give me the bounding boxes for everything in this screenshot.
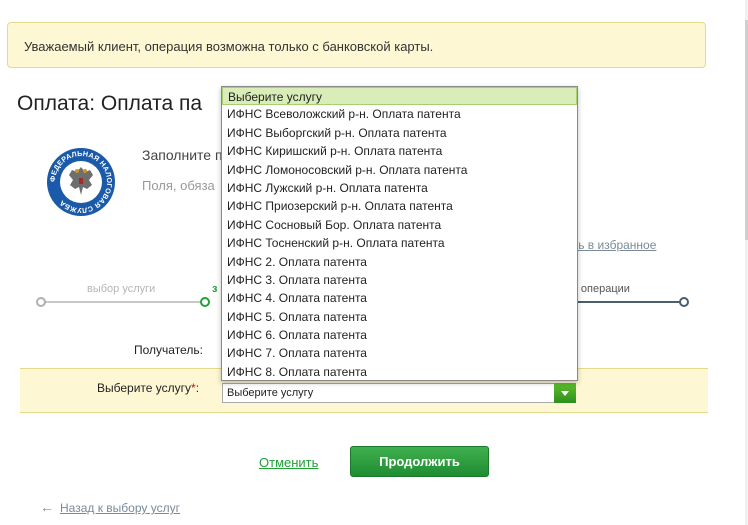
add-to-favorites-link[interactable]: ить в избранное xyxy=(566,238,656,252)
dropdown-option[interactable]: ИФНС Киришский р-н. Оплата патента xyxy=(222,142,577,160)
dropdown-option[interactable]: ИФНС 8. Оплата патента xyxy=(222,363,577,381)
step-3-dot xyxy=(679,297,689,307)
dropdown-option[interactable]: ИФНС Сосновый Бор. Оплата патента xyxy=(222,216,577,234)
chevron-down-icon[interactable] xyxy=(554,383,576,403)
service-label: Выберите услугу*: xyxy=(97,381,200,395)
dropdown-option[interactable]: ИФНС 3. Оплата патента xyxy=(222,271,577,289)
page-title: Оплата: Оплата па xyxy=(17,92,203,115)
back-link-text: Назад к выбору услуг xyxy=(60,501,180,515)
dropdown-option[interactable]: ИФНС Всеволожский р-н. Оплата патента xyxy=(222,105,577,123)
dropdown-option[interactable]: ИФНС Приозерский р-н. Оплата патента xyxy=(222,197,577,215)
form-instruction: Заполните п xyxy=(142,147,223,163)
dropdown-option[interactable]: Выберите услугу xyxy=(222,87,577,106)
step-1-dot xyxy=(36,297,46,307)
dropdown-option[interactable]: ИФНС Ломоносовский р-н. Оплата патента xyxy=(222,161,577,179)
required-fields-hint: Поля, обяза xyxy=(142,178,215,193)
back-to-services-link[interactable]: ← Назад к выбору услуг xyxy=(40,499,180,515)
dropdown-option[interactable]: ИФНС 7. Оплата патента xyxy=(222,344,577,362)
service-select-value: Выберите услугу xyxy=(227,387,314,399)
dropdown-option[interactable]: ИФНС Тосненский р-н. Оплата патента xyxy=(222,234,577,252)
tax-service-logo: ФЕДЕРАЛЬНАЯ НАЛОГОВАЯ СЛУЖБА xyxy=(47,148,115,216)
dropdown-option[interactable]: ИФНС 5. Оплата патента xyxy=(222,308,577,326)
arrow-left-icon: ← xyxy=(40,499,54,515)
step-2-dot xyxy=(200,297,210,307)
service-dropdown-list[interactable]: Выберите услугу ИФНС Всеволожский р-н. Оп… xyxy=(221,86,578,381)
dropdown-option[interactable]: ИФНС Лужский р-н. Оплата патента xyxy=(222,179,577,197)
dropdown-option[interactable]: ИФНС 6. Оплата патента xyxy=(222,326,577,344)
recipient-label: Получатель: xyxy=(134,343,203,357)
dropdown-option[interactable]: ИФНС 4. Оплата патента xyxy=(222,289,577,307)
service-select[interactable]: Выберите услугу xyxy=(222,383,576,403)
notice-text: Уважаемый клиент, операция возможна толь… xyxy=(24,39,434,54)
dropdown-option[interactable]: ИФНС 2. Оплата патента xyxy=(222,253,577,271)
card-only-notice: Уважаемый клиент, операция возможна толь… xyxy=(7,22,706,68)
dropdown-option[interactable]: ИФНС Выборгский р-н. Оплата патента xyxy=(222,124,577,142)
cancel-link[interactable]: Отменить xyxy=(259,455,318,470)
continue-button[interactable]: Продолжить xyxy=(350,446,489,477)
